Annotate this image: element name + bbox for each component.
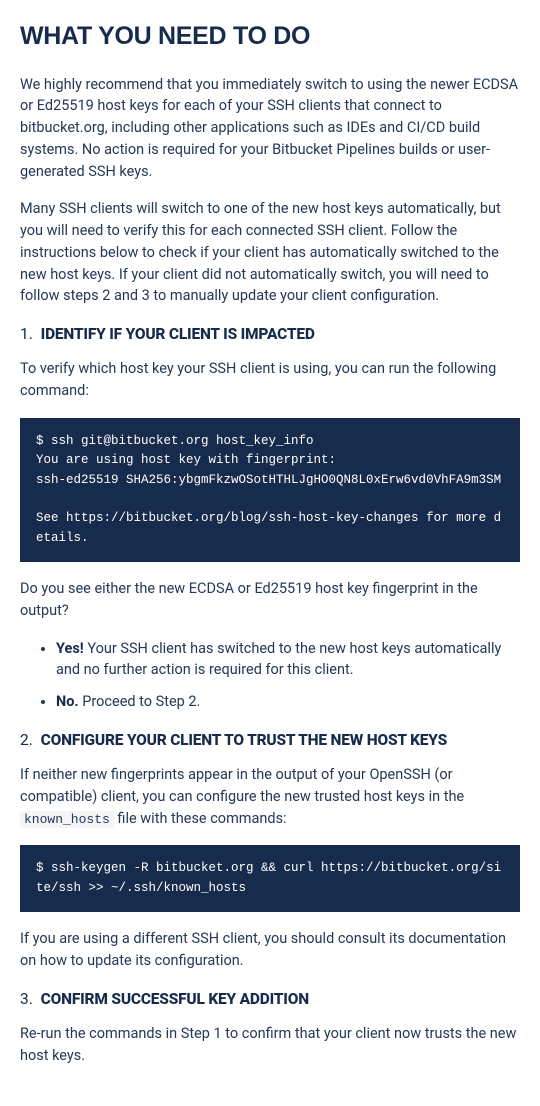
step-1-title: IDENTIFY IF YOUR CLIENT IS IMPACTED	[41, 325, 315, 343]
step-2-lead: If neither new fingerprints appear in th…	[20, 764, 520, 829]
intro-paragraph-2: Many SSH clients will switch to one of t…	[20, 198, 520, 307]
step-2-after: If you are using a different SSH client,…	[20, 928, 520, 972]
answer-no-label: No.	[56, 693, 79, 710]
intro-paragraph-1: We highly recommend that you immediately…	[20, 74, 520, 183]
step-2-title: CONFIGURE YOUR CLIENT TO TRUST THE NEW H…	[41, 731, 447, 749]
step-3-heading: 3. CONFIRM SUCCESSFUL KEY ADDITION	[20, 988, 520, 1011]
answer-yes-label: Yes!	[56, 640, 84, 657]
step-2-code-block: $ ssh-keygen -R bitbucket.org && curl ht…	[20, 845, 520, 912]
step-1-heading: 1. IDENTIFY IF YOUR CLIENT IS IMPACTED	[20, 323, 520, 346]
step-2-heading: 2. CONFIGURE YOUR CLIENT TO TRUST THE NE…	[20, 729, 520, 752]
answer-yes-text: Your SSH client has switched to the new …	[56, 640, 501, 679]
step-1-lead: To verify which host key your SSH client…	[20, 358, 520, 402]
step-2-lead-a: If neither new fingerprints appear in th…	[20, 766, 464, 805]
step-2-lead-b: file with these commands:	[114, 810, 287, 827]
step-3-lead: Re-run the commands in Step 1 to confirm…	[20, 1023, 520, 1067]
step-1-code-block: $ ssh git@bitbucket.org host_key_info Yo…	[20, 418, 520, 562]
step-1-question: Do you see either the new ECDSA or Ed255…	[20, 578, 520, 622]
step-1-answer-list: Yes! Your SSH client has switched to the…	[20, 638, 520, 713]
step-3-number: 3.	[20, 990, 33, 1008]
step-2-number: 2.	[20, 731, 33, 749]
answer-no: No. Proceed to Step 2.	[56, 691, 520, 713]
step-3-title: CONFIRM SUCCESSFUL KEY ADDITION	[41, 990, 309, 1008]
answer-yes: Yes! Your SSH client has switched to the…	[56, 638, 520, 682]
page-title: WHAT YOU NEED TO DO	[20, 18, 520, 56]
step-1-number: 1.	[20, 325, 33, 343]
answer-no-text: Proceed to Step 2.	[79, 693, 201, 710]
known-hosts-inline-code: known_hosts	[20, 811, 114, 828]
